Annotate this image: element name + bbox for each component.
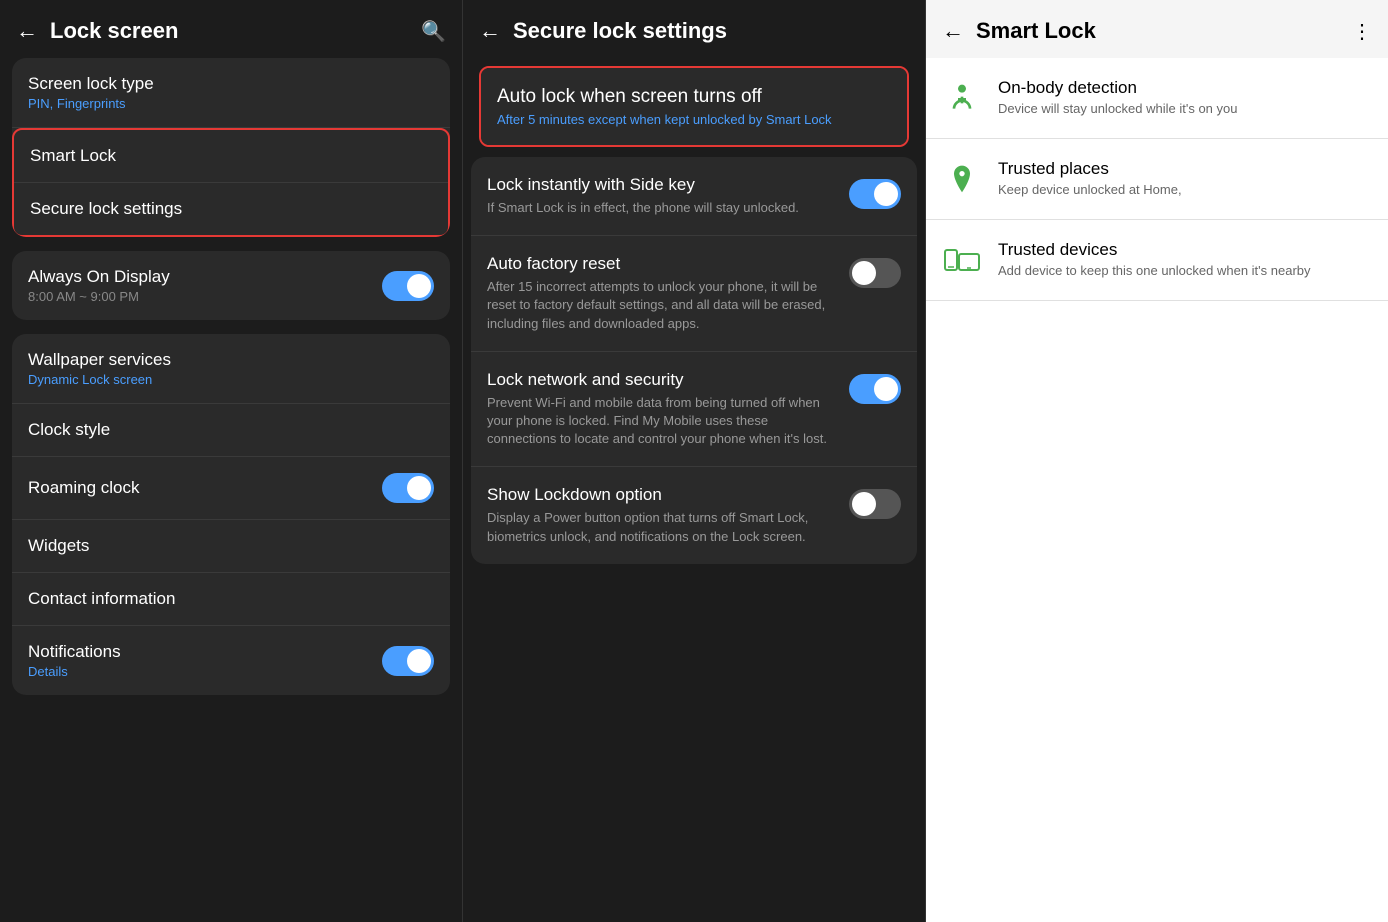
lock-instantly-desc: If Smart Lock is in effect, the phone wi… xyxy=(487,199,837,217)
auto-factory-item[interactable]: Auto factory reset After 15 incorrect at… xyxy=(471,236,917,352)
on-body-item[interactable]: On-body detection Device will stay unloc… xyxy=(926,58,1388,139)
wallpaper-subtitle: Dynamic Lock screen xyxy=(28,372,434,387)
notifications-title: Notifications xyxy=(28,642,382,662)
show-lockdown-title: Show Lockdown option xyxy=(487,485,837,505)
contact-info-item[interactable]: Contact information xyxy=(12,573,450,626)
auto-factory-desc: After 15 incorrect attempts to unlock yo… xyxy=(487,278,837,333)
auto-lock-title: Auto lock when screen turns off xyxy=(497,86,891,108)
extras-card: Wallpaper services Dynamic Lock screen C… xyxy=(12,334,450,695)
show-lockdown-toggle[interactable] xyxy=(849,489,901,519)
smart-lock-page-title: Smart Lock xyxy=(976,18,1340,44)
smart-lock-content: On-body detection Device will stay unloc… xyxy=(926,58,1388,922)
toggle-knob-factory xyxy=(852,261,876,285)
wallpaper-item[interactable]: Wallpaper services Dynamic Lock screen xyxy=(12,334,450,404)
devices-icon xyxy=(942,240,982,280)
clock-style-item[interactable]: Clock style xyxy=(12,404,450,457)
auto-factory-toggle[interactable] xyxy=(849,258,901,288)
secure-lock-page-title: Secure lock settings xyxy=(513,18,909,44)
toggle-knob-network xyxy=(874,377,898,401)
lock-screen-panel: ← Lock screen 🔍 Screen lock type PIN, Fi… xyxy=(0,0,462,922)
auto-lock-item[interactable]: Auto lock when screen turns off After 5 … xyxy=(481,68,907,145)
screen-lock-item[interactable]: Screen lock type PIN, Fingerprints xyxy=(12,58,450,128)
roaming-clock-item[interactable]: Roaming clock xyxy=(12,457,450,520)
lock-instantly-title: Lock instantly with Side key xyxy=(487,175,837,195)
screen-lock-subtitle: PIN, Fingerprints xyxy=(28,96,434,111)
trusted-devices-item[interactable]: Trusted devices Add device to keep this … xyxy=(926,220,1388,301)
smart-lock-item[interactable]: Smart Lock xyxy=(14,130,448,183)
lock-instantly-toggle[interactable] xyxy=(849,179,901,209)
toggle-knob-notif xyxy=(407,649,431,673)
toggle-knob-lock xyxy=(874,182,898,206)
trusted-places-title: Trusted places xyxy=(998,159,1372,179)
notifications-item[interactable]: Notifications Details xyxy=(12,626,450,695)
widgets-title: Widgets xyxy=(28,536,434,556)
more-options-icon[interactable]: ⋮ xyxy=(1352,19,1372,44)
secure-lock-header: ← Secure lock settings xyxy=(463,0,925,58)
always-on-title: Always On Display xyxy=(28,267,382,287)
auto-factory-title: Auto factory reset xyxy=(487,254,837,274)
secure-back-button[interactable]: ← xyxy=(479,18,501,44)
show-lockdown-desc: Display a Power button option that turns… xyxy=(487,509,837,545)
roaming-clock-toggle[interactable] xyxy=(382,473,434,503)
trusted-devices-subtitle: Add device to keep this one unlocked whe… xyxy=(998,263,1372,278)
always-on-item[interactable]: Always On Display 8:00 AM ~ 9:00 PM xyxy=(12,251,450,320)
lock-instantly-item[interactable]: Lock instantly with Side key If Smart Lo… xyxy=(471,157,917,236)
widgets-item[interactable]: Widgets xyxy=(12,520,450,573)
toggle-knob-lockdown xyxy=(852,492,876,516)
lock-screen-content: Screen lock type PIN, Fingerprints Smart… xyxy=(0,58,462,922)
trusted-devices-title: Trusted devices xyxy=(998,240,1372,260)
smart-secure-highlight: Smart Lock Secure lock settings xyxy=(12,128,450,237)
always-on-toggle[interactable] xyxy=(382,271,434,301)
lock-network-item[interactable]: Lock network and security Prevent Wi-Fi … xyxy=(471,352,917,468)
trusted-places-subtitle: Keep device unlocked at Home, xyxy=(998,182,1372,197)
page-title: Lock screen xyxy=(50,18,409,44)
secure-lock-content: Auto lock when screen turns off After 5 … xyxy=(463,58,925,922)
wallpaper-title: Wallpaper services xyxy=(28,350,434,370)
contact-info-title: Contact information xyxy=(28,589,434,609)
person-icon xyxy=(942,78,982,118)
roaming-clock-title: Roaming clock xyxy=(28,478,382,498)
smart-lock-header: ← Smart Lock ⋮ xyxy=(926,0,1388,58)
auto-lock-highlight: Auto lock when screen turns off After 5 … xyxy=(479,66,909,147)
secure-lock-title: Secure lock settings xyxy=(30,199,432,219)
on-body-title: On-body detection xyxy=(998,78,1372,98)
on-body-subtitle: Device will stay unlocked while it's on … xyxy=(998,101,1372,116)
secure-lock-panel: ← Secure lock settings Auto lock when sc… xyxy=(462,0,926,922)
lock-network-toggle[interactable] xyxy=(849,374,901,404)
smart-lock-back-button[interactable]: ← xyxy=(942,18,964,44)
lock-screen-header: ← Lock screen 🔍 xyxy=(0,0,462,58)
notifications-toggle[interactable] xyxy=(382,646,434,676)
always-on-card: Always On Display 8:00 AM ~ 9:00 PM xyxy=(12,251,450,320)
secure-settings-card: Lock instantly with Side key If Smart Lo… xyxy=(471,157,917,564)
secure-lock-item[interactable]: Secure lock settings xyxy=(14,183,448,235)
auto-lock-subtitle: After 5 minutes except when kept unlocke… xyxy=(497,112,891,127)
screen-lock-title: Screen lock type xyxy=(28,74,434,94)
toggle-knob xyxy=(407,274,431,298)
trusted-places-item[interactable]: Trusted places Keep device unlocked at H… xyxy=(926,139,1388,220)
always-on-subtitle: 8:00 AM ~ 9:00 PM xyxy=(28,289,382,304)
lock-network-desc: Prevent Wi-Fi and mobile data from being… xyxy=(487,394,837,449)
toggle-knob-roaming xyxy=(407,476,431,500)
lock-network-title: Lock network and security xyxy=(487,370,837,390)
notifications-subtitle: Details xyxy=(28,664,382,679)
smart-lock-title: Smart Lock xyxy=(30,146,432,166)
back-button[interactable]: ← xyxy=(16,18,38,44)
location-icon xyxy=(942,159,982,199)
search-icon[interactable]: 🔍 xyxy=(421,19,446,44)
clock-style-title: Clock style xyxy=(28,420,434,440)
smart-lock-panel: ← Smart Lock ⋮ On-body detection Device … xyxy=(926,0,1388,922)
show-lockdown-item[interactable]: Show Lockdown option Display a Power but… xyxy=(471,467,917,563)
main-settings-card: Screen lock type PIN, Fingerprints Smart… xyxy=(12,58,450,237)
